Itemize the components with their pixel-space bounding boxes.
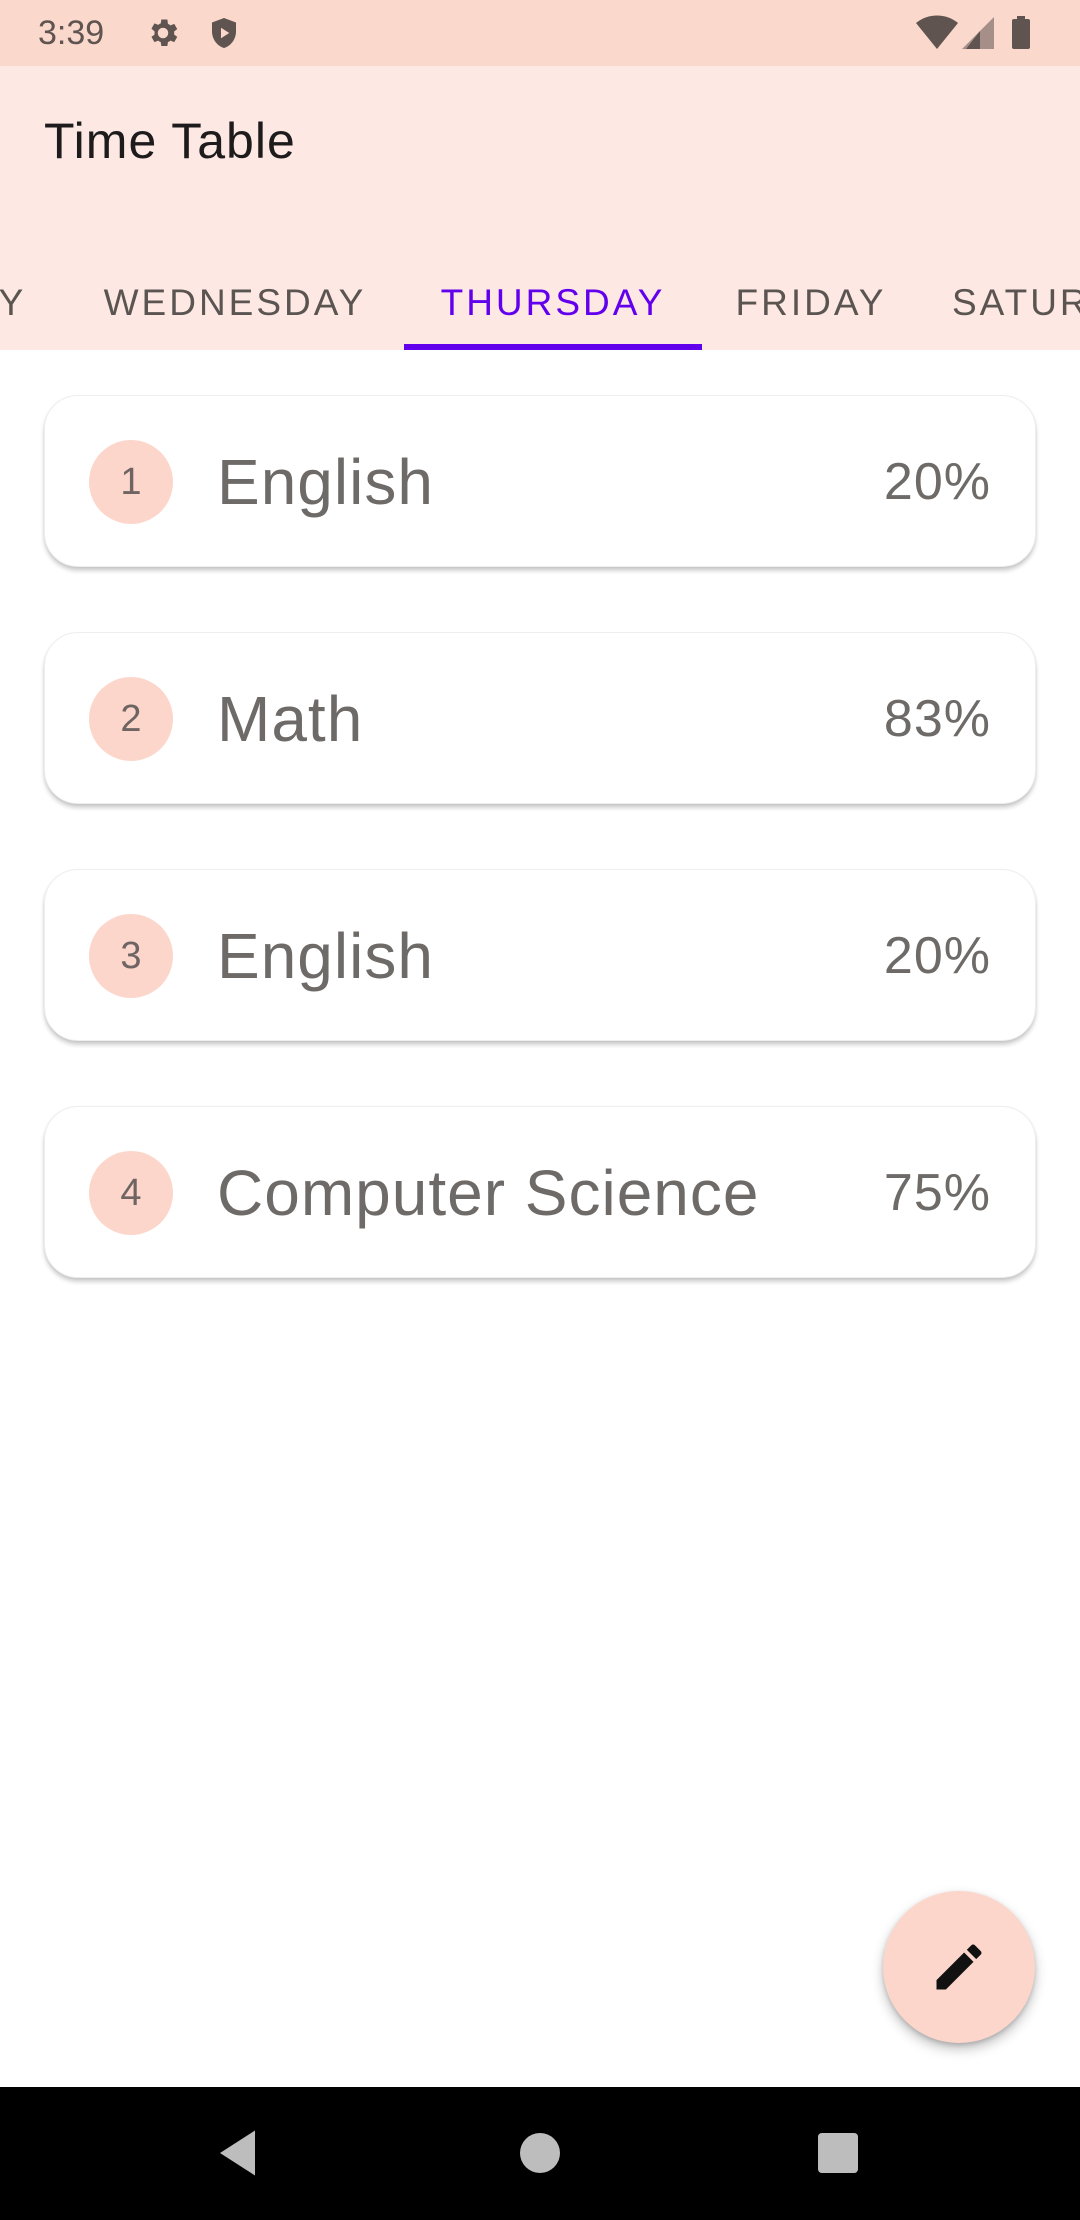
system-nav-bar — [0, 2087, 1080, 2220]
subject-name: Computer Science — [217, 1157, 760, 1229]
wifi-icon — [916, 15, 958, 49]
shield-icon — [206, 15, 242, 51]
list-item[interactable]: 2 Math 83% — [44, 632, 1036, 804]
recents-icon — [818, 2133, 858, 2173]
tab-indicator — [404, 344, 702, 350]
status-icons-right — [914, 15, 1044, 51]
period-number: 1 — [89, 440, 173, 524]
period-number: 4 — [89, 1151, 173, 1235]
status-bar: 3:39 — [0, 0, 1080, 66]
list-item[interactable]: 1 English 20% — [44, 395, 1036, 567]
edit-pencil-icon — [936, 1944, 982, 1990]
back-icon — [220, 2130, 255, 2176]
day-tabs: AY WEDNESDAY THURSDAY FRIDAY SATUR — [0, 256, 1080, 350]
subject-name: English — [217, 920, 434, 992]
edit-button[interactable] — [883, 1891, 1035, 2043]
period-number: 2 — [89, 677, 173, 761]
period-number: 3 — [89, 914, 173, 998]
subject-name: English — [217, 446, 434, 518]
tab-friday[interactable]: FRIDAY — [733, 256, 889, 350]
attendance-percent: 75% — [883, 1164, 991, 1222]
tab-thursday[interactable]: THURSDAY — [404, 256, 702, 350]
back-button[interactable] — [180, 2087, 300, 2220]
list-item[interactable]: 4 Computer Science 75% — [44, 1106, 1036, 1278]
battery-icon — [1012, 16, 1030, 49]
tab-saturday[interactable]: SATUR — [952, 256, 1080, 350]
home-icon — [520, 2133, 560, 2173]
list-item[interactable]: 3 English 20% — [44, 869, 1036, 1041]
page-title: Time Table — [44, 113, 296, 169]
status-time: 3:39 — [38, 14, 105, 52]
attendance-percent: 83% — [883, 690, 991, 748]
attendance-percent: 20% — [883, 927, 991, 985]
app-bar: Time Table AY WEDNESDAY THURSDAY FRIDAY … — [0, 66, 1080, 350]
subject-name: Math — [217, 683, 364, 755]
recents-button[interactable] — [778, 2087, 898, 2220]
home-button[interactable] — [480, 2087, 600, 2220]
tab-tuesday[interactable]: AY — [0, 256, 40, 350]
settings-icon — [145, 15, 181, 51]
attendance-percent: 20% — [883, 453, 991, 511]
tab-wednesday[interactable]: WEDNESDAY — [97, 256, 373, 350]
signal-icon — [962, 17, 994, 49]
